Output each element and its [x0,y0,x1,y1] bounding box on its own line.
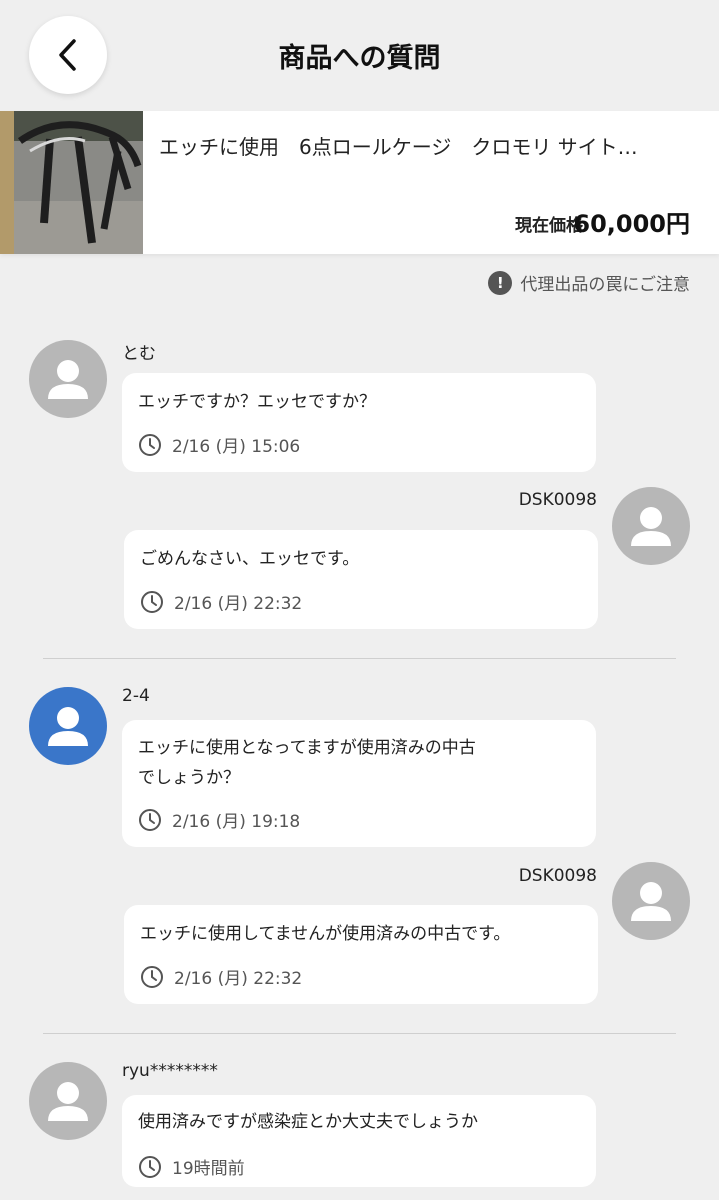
answer-text: エッチに使用してませんが使用済みの中古です。 [140,924,511,944]
user-icon [48,707,88,746]
page-title: 商品への質問 [278,43,441,74]
divider [43,1033,676,1034]
answer-time: 2/16 (月) 22:32 [140,964,302,989]
question-text: エッチに使用となってますが使用済みの中古 でしょうか？ [138,738,476,788]
warning-text: 代理出品の罠にご注意 [520,275,690,295]
price-value: 60,000円 [573,210,690,238]
answer-username: DSK0098 [518,866,597,886]
question-time: 19時間前 [138,1154,245,1179]
question-time: 2/16 (月) 15:06 [138,432,300,457]
avatar[interactable] [29,687,107,765]
time-text: 2/16 (月) 19:18 [172,812,301,832]
answer-text: ごめんなさい、エッセです。 [140,549,360,569]
answer-time: 2/16 (月) 22:32 [140,589,302,614]
time-text: 19時間前 [172,1159,245,1179]
avatar[interactable] [612,862,690,940]
question-username: 2-4 [122,686,150,706]
question-bubble: エッチですか？エッセですか？ 2/16 (月) 15:06 [122,373,596,472]
time-text: 2/16 (月) 15:06 [172,437,301,457]
clock-icon [139,433,161,456]
clock-icon [139,808,161,831]
question-bubble: エッチに使用となってますが使用済みの中古 でしょうか？ 2/16 (月) 19:… [122,720,596,847]
product-image [0,111,143,254]
user-icon [48,1082,88,1121]
product-title: エッチに使用 6点ロールケージ クロモリ サイト… [159,135,638,159]
clock-icon [139,1155,161,1178]
question-username: とむ [122,344,156,364]
header: 商品への質問 [0,0,719,110]
exclamation-icon: ! [488,270,513,295]
answer-bubble: ごめんなさい、エッセです。 2/16 (月) 22:32 [124,530,598,629]
question-bubble: 使用済みですが感染症とか大丈夫でしょうか 19時間前 [122,1095,596,1187]
product-card[interactable]: エッチに使用 6点ロールケージ クロモリ サイト… 現在価格 60,000円 [0,111,719,254]
answer-bubble: エッチに使用してませんが使用済みの中古です。 2/16 (月) 22:32 [124,905,598,1004]
answer-username: DSK0098 [518,490,597,510]
time-text: 2/16 (月) 22:32 [174,969,303,989]
question-text: エッチですか？エッセですか？ [138,392,376,412]
avatar[interactable] [612,487,690,565]
clock-icon [141,965,163,988]
time-text: 2/16 (月) 22:32 [174,594,303,614]
user-icon [631,882,671,921]
divider [43,658,676,659]
question-time: 2/16 (月) 19:18 [138,807,300,832]
proxy-listing-warning-link[interactable]: ! 代理出品の罠にご注意 [488,270,690,295]
question-username: ryu******** [122,1061,218,1081]
clock-icon [141,590,163,613]
user-icon [631,507,671,546]
avatar[interactable] [29,1062,107,1140]
question-text: 使用済みですが感染症とか大丈夫でしょうか [138,1112,478,1132]
user-icon [48,360,88,399]
avatar[interactable] [29,340,107,418]
